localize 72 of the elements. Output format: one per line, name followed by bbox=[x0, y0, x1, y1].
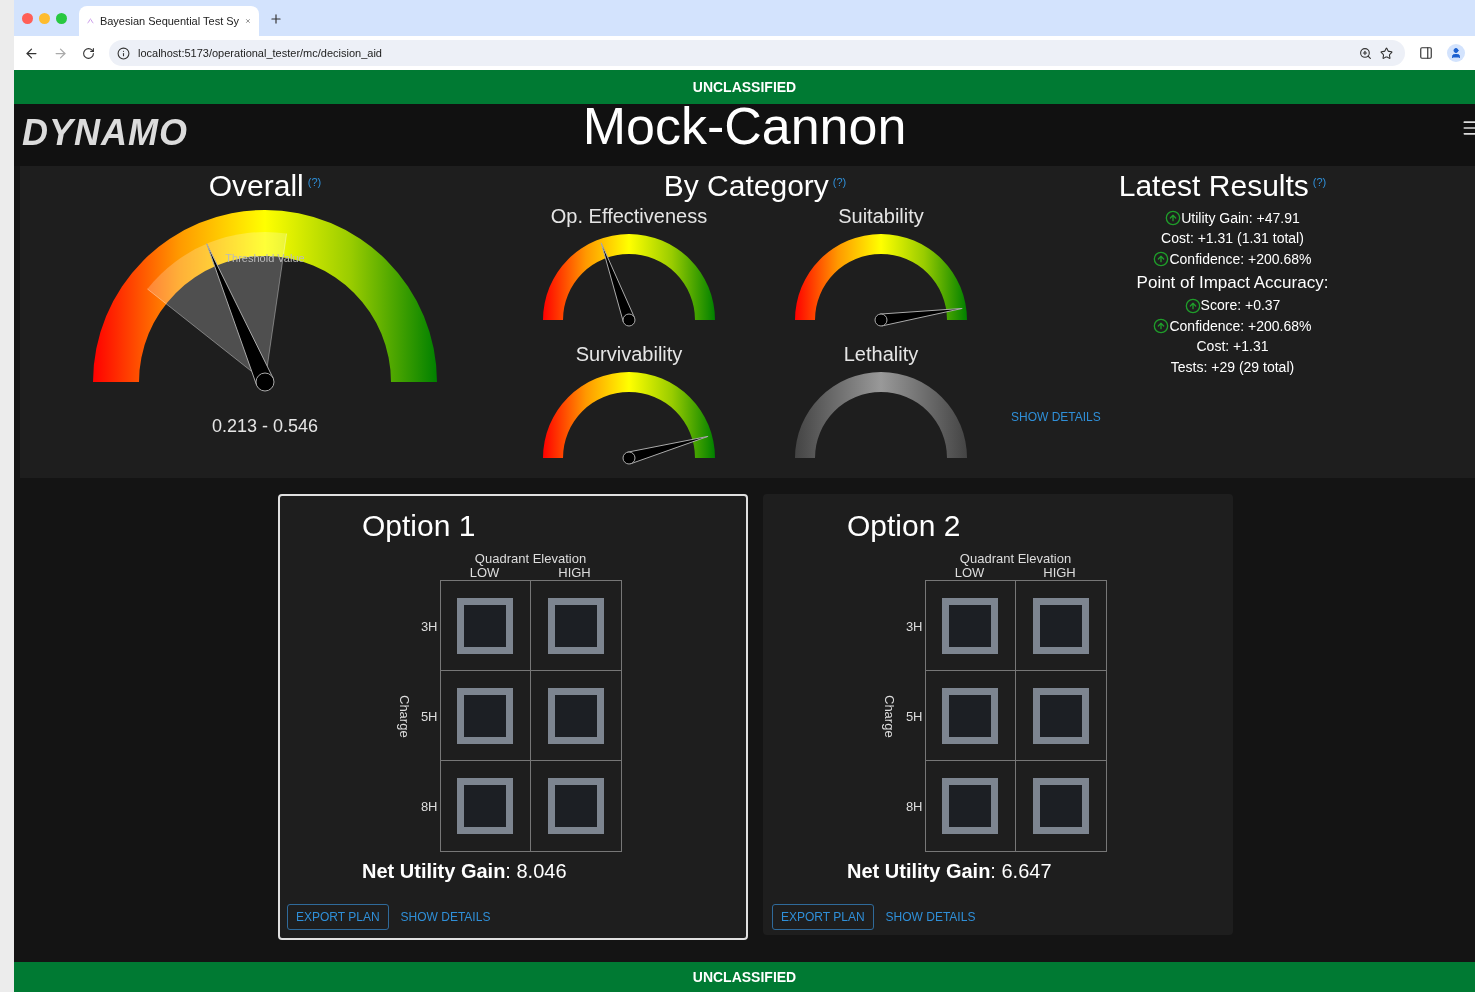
new-tab-icon[interactable] bbox=[269, 12, 283, 26]
result-line: Confidence: +200.68% bbox=[1169, 249, 1312, 269]
help-link[interactable]: (?) bbox=[307, 174, 322, 191]
gauge-label: Lethality bbox=[843, 342, 919, 366]
result-heading: Point of Impact Accuracy: bbox=[1136, 271, 1329, 294]
classification-text: UNCLASSIFIED bbox=[692, 77, 797, 97]
gauge-label: Op. Effectiveness bbox=[550, 204, 708, 228]
net-utility-gain: Net Utility Gain: 6.647 bbox=[847, 860, 1052, 882]
axis-label: Charge bbox=[395, 694, 413, 738]
square-marker bbox=[1032, 778, 1089, 834]
result-line: Tests: +29 (29 total) bbox=[1170, 357, 1295, 377]
gauge-label: Survivability bbox=[575, 342, 683, 366]
help-link[interactable]: (?) bbox=[1312, 174, 1327, 191]
wave-icon bbox=[87, 16, 94, 26]
square-marker bbox=[457, 778, 513, 834]
browser-tab[interactable]: Bayesian Sequential Test Sy bbox=[79, 6, 259, 36]
axis-label: Quadrant Elevation bbox=[959, 552, 1072, 566]
option-title: Option 1 bbox=[361, 508, 477, 544]
square-marker bbox=[547, 778, 604, 834]
tab-title: Bayesian Sequential Test Sy bbox=[99, 13, 240, 29]
square-marker bbox=[942, 778, 998, 834]
row-label: 5H bbox=[905, 708, 923, 727]
result-line: Cost: +1.31 bbox=[1196, 337, 1269, 357]
axis-label: Charge bbox=[880, 694, 898, 738]
result-line: Cost: +1.31 (1.31 total) bbox=[1161, 229, 1304, 249]
export-plan-button[interactable]: EXPORT PLAN bbox=[772, 904, 874, 930]
row-label: 3H bbox=[905, 618, 923, 637]
bookmark-star-icon[interactable] bbox=[1380, 46, 1393, 60]
square-marker bbox=[457, 597, 513, 654]
square-marker bbox=[942, 687, 998, 744]
result-line: Utility Gain: +47.91 bbox=[1181, 208, 1300, 228]
url-text: localhost:5173/operational_tester/mc/decision_aid bbox=[138, 45, 383, 61]
menu-icon[interactable] bbox=[1461, 118, 1475, 138]
help-link[interactable]: (?) bbox=[832, 174, 847, 191]
square-marker bbox=[547, 687, 604, 744]
row-label: 3H bbox=[420, 618, 438, 637]
side-panel-icon[interactable] bbox=[1419, 46, 1433, 60]
url-field[interactable]: localhost:5173/operational_tester/mc/decision_aid bbox=[109, 40, 1405, 66]
back-icon[interactable] bbox=[24, 45, 39, 61]
option-title: Option 2 bbox=[846, 508, 962, 544]
row-label: 5H bbox=[420, 708, 438, 727]
show-details-link[interactable]: SHOW DETAILS bbox=[400, 908, 491, 926]
info-icon[interactable] bbox=[117, 46, 130, 60]
section-title: Overall bbox=[208, 168, 304, 204]
result-line: Score: +0.37 bbox=[1200, 296, 1281, 316]
row-label: 8H bbox=[905, 798, 923, 817]
page-title: Mock-Cannon bbox=[582, 96, 907, 156]
square-marker bbox=[547, 597, 604, 654]
row-label: 8H bbox=[420, 798, 438, 817]
net-utility-gain: Net Utility Gain: 8.046 bbox=[362, 860, 567, 882]
export-plan-button[interactable]: EXPORT PLAN bbox=[287, 904, 389, 930]
show-details-link[interactable]: SHOW DETAILS bbox=[885, 908, 976, 926]
result-line: Confidence: +200.68% bbox=[1169, 316, 1312, 336]
section-title: Latest Results bbox=[1118, 168, 1309, 204]
square-marker bbox=[1032, 597, 1089, 654]
column-label: HIGH bbox=[558, 566, 591, 580]
reload-icon[interactable] bbox=[82, 46, 95, 60]
square-marker bbox=[1032, 687, 1089, 744]
column-label: HIGH bbox=[1043, 566, 1076, 580]
column-label: LOW bbox=[954, 566, 985, 580]
section-title: By Category bbox=[663, 168, 829, 204]
range-value: 0.213 - 0.546 bbox=[211, 415, 319, 438]
logo: DYNAMO bbox=[22, 111, 188, 155]
zoom-icon[interactable] bbox=[1359, 46, 1372, 60]
show-details-link[interactable]: SHOW DETAILS bbox=[1011, 407, 1101, 426]
column-label: LOW bbox=[469, 566, 500, 580]
axis-label: Quadrant Elevation bbox=[474, 552, 587, 566]
gauge-label: Suitability bbox=[838, 204, 924, 228]
classification-text: UNCLASSIFIED bbox=[692, 967, 797, 987]
square-marker bbox=[942, 597, 998, 654]
square-marker bbox=[457, 687, 513, 744]
profile-icon[interactable] bbox=[1447, 44, 1465, 62]
